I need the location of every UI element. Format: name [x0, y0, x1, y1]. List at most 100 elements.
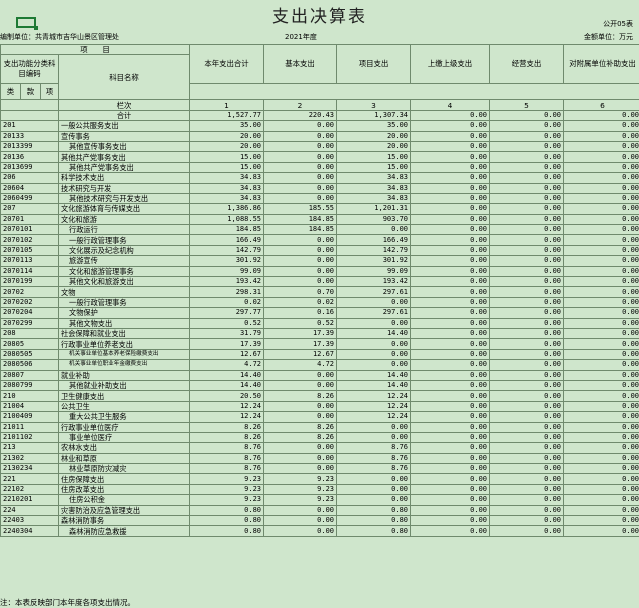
project-amount-cell[interactable]: 8.76	[337, 453, 411, 463]
upper-amount-cell[interactable]: 0.00	[411, 391, 490, 401]
project-amount-cell[interactable]: 12.24	[337, 412, 411, 422]
total-amount-cell[interactable]: 8.76	[190, 443, 264, 453]
table-row[interactable]: 2070105文化展示及纪念机构142.790.00142.790.000.00…	[1, 245, 639, 255]
subsidy-amount-cell[interactable]: 0.00	[564, 432, 639, 442]
upper-amount-cell[interactable]: 0.00	[411, 432, 490, 442]
basic-amount-cell[interactable]: 0.00	[264, 443, 337, 453]
business-amount-cell[interactable]: 0.00	[490, 495, 564, 505]
subsidy-amount-cell[interactable]: 0.00	[564, 266, 639, 276]
total-amount-cell[interactable]: 184.85	[190, 225, 264, 235]
total-amount-cell[interactable]: 17.39	[190, 339, 264, 349]
total-amount-cell[interactable]: 31.79	[190, 328, 264, 338]
project-amount-cell[interactable]: 15.00	[337, 152, 411, 162]
business-amount-cell[interactable]: 0.00	[490, 193, 564, 203]
subsidy-amount-cell[interactable]: 0.00	[564, 152, 639, 162]
subject-code-cell[interactable]: 2070105	[1, 245, 59, 255]
table-row[interactable]: 2080799其他就业补助支出14.400.0014.400.000.000.0…	[1, 380, 639, 390]
subsidy-amount-cell[interactable]: 0.00	[564, 453, 639, 463]
total-amount-cell[interactable]: 0.80	[190, 526, 264, 536]
project-amount-cell[interactable]: 14.40	[337, 328, 411, 338]
basic-amount-cell[interactable]: 0.00	[264, 505, 337, 515]
upper-amount-cell[interactable]: 0.00	[411, 131, 490, 141]
table-row[interactable]: 21004公共卫生12.240.0012.240.000.000.00	[1, 401, 639, 411]
subsidy-amount-cell[interactable]: 0.00	[564, 328, 639, 338]
table-row[interactable]: 20604技术研究与开发34.830.0034.830.000.000.00	[1, 183, 639, 193]
subject-name-cell[interactable]: 住房保障支出	[59, 474, 190, 484]
subject-name-cell[interactable]: 森林消防应急救援	[59, 526, 190, 536]
table-row[interactable]: 2130234林业草原防灾减灾8.760.008.760.000.000.00	[1, 464, 639, 474]
total-amount-cell[interactable]: 34.83	[190, 173, 264, 183]
project-amount-cell[interactable]: 193.42	[337, 277, 411, 287]
subject-name-cell[interactable]: 旅游宣传	[59, 256, 190, 266]
basic-amount-cell[interactable]: 8.26	[264, 422, 337, 432]
subject-name-cell[interactable]: 农林水支出	[59, 443, 190, 453]
subsidy-amount-cell[interactable]: 0.00	[564, 339, 639, 349]
subject-code-cell[interactable]: 2210201	[1, 495, 59, 505]
basic-amount-cell[interactable]: 0.00	[264, 152, 337, 162]
subject-code-cell[interactable]: 20701	[1, 214, 59, 224]
upper-amount-cell[interactable]: 0.00	[411, 484, 490, 494]
subsidy-amount-cell[interactable]: 0.00	[564, 516, 639, 526]
total-amount-cell[interactable]: 8.26	[190, 422, 264, 432]
total-amount-cell[interactable]: 15.00	[190, 152, 264, 162]
upper-amount-cell[interactable]: 0.00	[411, 516, 490, 526]
business-amount-cell[interactable]: 0.00	[490, 235, 564, 245]
total-amount-cell[interactable]: 297.77	[190, 308, 264, 318]
subject-code-cell[interactable]: 2100409	[1, 412, 59, 422]
project-amount-cell[interactable]: 1,201.31	[337, 204, 411, 214]
subject-name-cell[interactable]: 社会保障和就业支出	[59, 328, 190, 338]
total-amount-cell[interactable]: 12.24	[190, 401, 264, 411]
subject-name-cell[interactable]: 公共卫生	[59, 401, 190, 411]
subject-code-cell[interactable]: 20702	[1, 287, 59, 297]
subject-code-cell[interactable]: 20136	[1, 152, 59, 162]
basic-amount-cell[interactable]: 8.26	[264, 432, 337, 442]
upper-amount-cell[interactable]: 0.00	[411, 277, 490, 287]
subject-code-cell[interactable]: 210	[1, 391, 59, 401]
table-row[interactable]: 206科学技术支出34.830.0034.830.000.000.00	[1, 173, 639, 183]
basic-amount-cell[interactable]: 0.00	[264, 183, 337, 193]
subsidy-amount-cell[interactable]: 0.00	[564, 214, 639, 224]
subject-name-cell[interactable]: 技术研究与开发	[59, 183, 190, 193]
business-amount-cell[interactable]: 0.00	[490, 297, 564, 307]
project-amount-cell[interactable]: 297.61	[337, 308, 411, 318]
upper-amount-cell[interactable]: 0.00	[411, 110, 490, 120]
subject-code-cell[interactable]: 2101102	[1, 432, 59, 442]
total-amount-cell[interactable]: 8.76	[190, 464, 264, 474]
subject-code-cell[interactable]: 20604	[1, 183, 59, 193]
subsidy-amount-cell[interactable]: 0.00	[564, 162, 639, 172]
upper-amount-cell[interactable]: 0.00	[411, 349, 490, 359]
project-amount-cell[interactable]: 0.00	[337, 349, 411, 359]
subject-code-cell[interactable]: 2070204	[1, 308, 59, 318]
business-amount-cell[interactable]: 0.00	[490, 287, 564, 297]
upper-amount-cell[interactable]: 0.00	[411, 453, 490, 463]
subject-code-cell[interactable]: 21302	[1, 453, 59, 463]
table-row[interactable]: 2070299其他文物支出0.520.520.000.000.000.00	[1, 318, 639, 328]
basic-amount-cell[interactable]: 9.23	[264, 495, 337, 505]
subject-name-cell[interactable]: 其他文化和旅游支出	[59, 277, 190, 287]
subject-code-cell[interactable]: 2070199	[1, 277, 59, 287]
project-amount-cell[interactable]: 8.76	[337, 464, 411, 474]
upper-amount-cell[interactable]: 0.00	[411, 193, 490, 203]
subsidy-amount-cell[interactable]: 0.00	[564, 391, 639, 401]
subsidy-amount-cell[interactable]: 0.00	[564, 443, 639, 453]
project-amount-cell[interactable]: 166.49	[337, 235, 411, 245]
subsidy-amount-cell[interactable]: 0.00	[564, 183, 639, 193]
business-amount-cell[interactable]: 0.00	[490, 526, 564, 536]
subject-name-cell[interactable]: 文化和旅游管理事务	[59, 266, 190, 276]
table-row[interactable]: 22403森林消防事务0.800.000.800.000.000.00	[1, 516, 639, 526]
upper-amount-cell[interactable]: 0.00	[411, 401, 490, 411]
basic-amount-cell[interactable]: 0.00	[264, 121, 337, 131]
subject-code-cell[interactable]: 201	[1, 121, 59, 131]
subject-name-cell[interactable]: 文物	[59, 287, 190, 297]
subject-name-cell[interactable]: 科学技术支出	[59, 173, 190, 183]
subject-name-cell[interactable]: 宣传事务	[59, 131, 190, 141]
total-amount-cell[interactable]: 4.72	[190, 360, 264, 370]
total-amount-cell[interactable]: 142.79	[190, 245, 264, 255]
subsidy-amount-cell[interactable]: 0.00	[564, 422, 639, 432]
basic-amount-cell[interactable]: 0.00	[264, 370, 337, 380]
total-amount-cell[interactable]: 0.02	[190, 297, 264, 307]
total-amount-cell[interactable]: 20.00	[190, 141, 264, 151]
business-amount-cell[interactable]: 0.00	[490, 152, 564, 162]
basic-amount-cell[interactable]: 0.00	[264, 453, 337, 463]
subject-name-cell[interactable]: 其他文物支出	[59, 318, 190, 328]
